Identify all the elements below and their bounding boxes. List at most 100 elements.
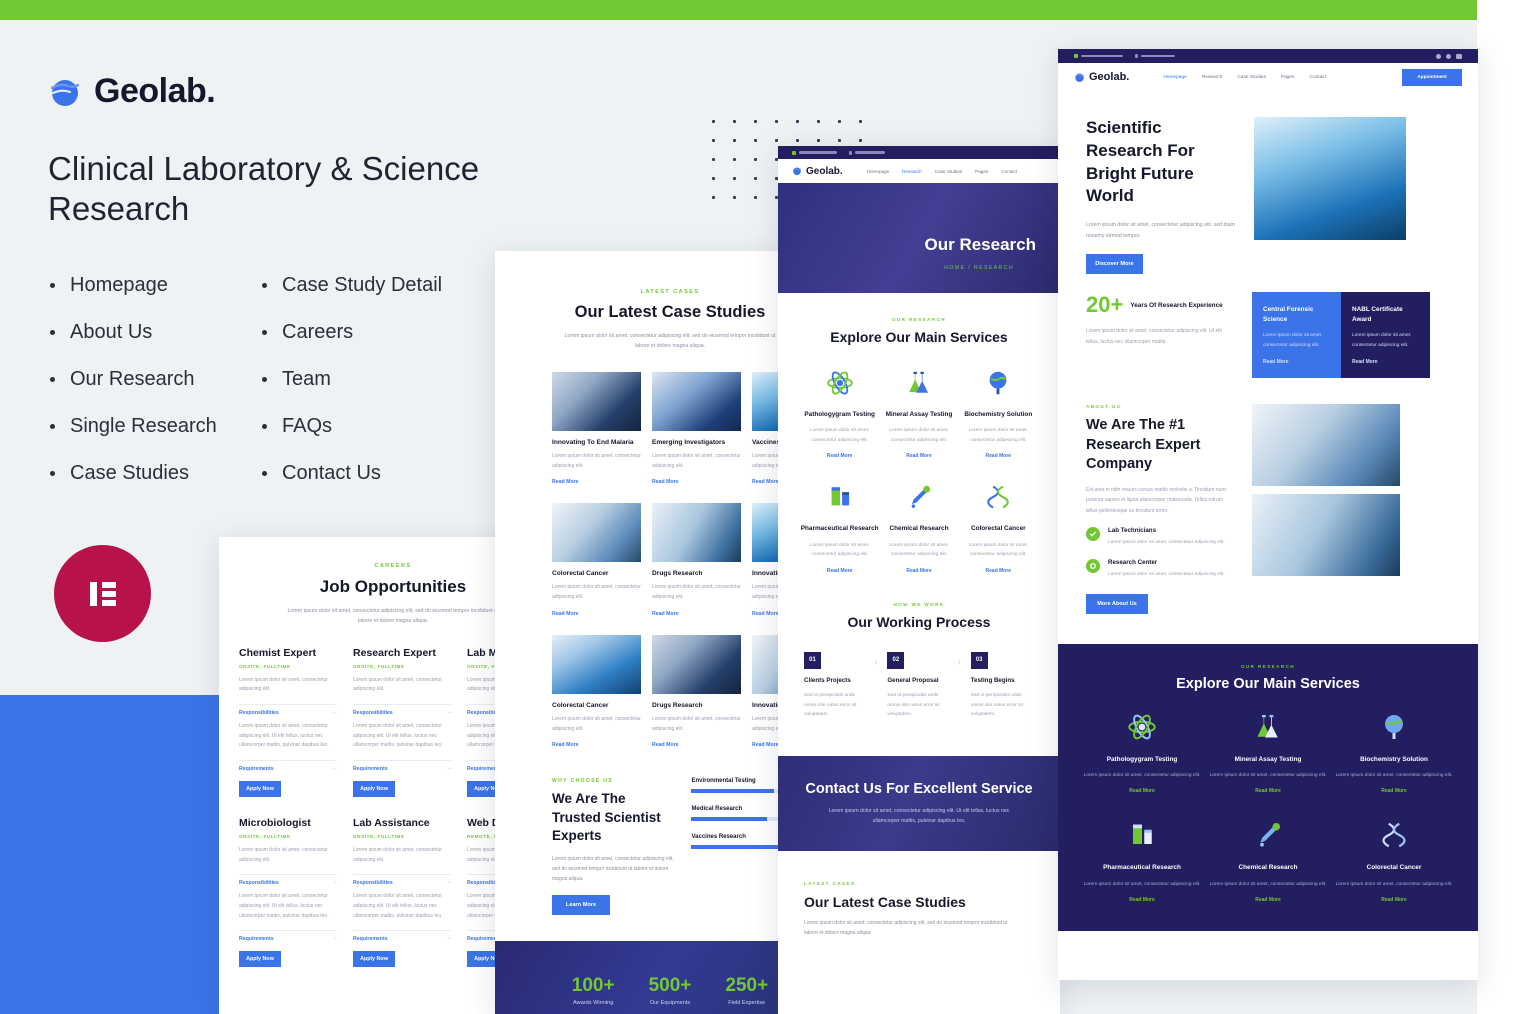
stat-item: 250+ Field Expertise [725, 975, 768, 1006]
accordion-requirements[interactable]: Requirements − [239, 760, 337, 772]
service-card[interactable]: Pathologygram Testing Lorem ipsum dolor … [1082, 712, 1202, 794]
job-desc: Lorem ipsum dolor sit amet, consectetur … [353, 676, 442, 693]
feature-title: Research Center [1108, 558, 1158, 566]
service-card[interactable]: Biochemistry Solution Lorem ipsum dolor … [1334, 712, 1454, 794]
read-more-link[interactable]: Read More [552, 479, 641, 485]
case-card[interactable]: Drugs Research Lorem ipsum dolor sit ame… [652, 503, 741, 617]
read-more-link[interactable]: Read More [1334, 897, 1454, 903]
mockup-research-page[interactable]: Geolab. Homepage Research Case Studies P… [778, 146, 1060, 1014]
read-more-link[interactable]: Read More [800, 453, 879, 459]
accordion-requirements[interactable]: Requirements − [353, 760, 451, 772]
hero-desc: Lorem ipsum dolor sit amet, consectetur … [1086, 222, 1235, 239]
navbar-brand[interactable]: Geolab. [792, 166, 843, 177]
service-card[interactable]: Pharmaceutical Research Lorem ipsum dolo… [1082, 820, 1202, 903]
feature-desc: Lorem ipsum dolor sit amet, consectetur … [1108, 571, 1225, 577]
flask-icon [879, 369, 958, 402]
read-more-link[interactable]: Read More [879, 568, 958, 574]
nav-item-pages[interactable]: Pages [975, 169, 988, 174]
award-card[interactable]: NABL Certificate Award Lorem ipsum dolor… [1341, 292, 1430, 379]
read-more-link[interactable]: Read More [652, 742, 741, 748]
more-about-us-button[interactable]: More About Us [1086, 593, 1148, 614]
apply-now-button[interactable]: Apply Now [239, 781, 281, 798]
experience-label: Years Of Research Experience [1130, 301, 1223, 309]
read-more-link[interactable]: Read More [1352, 359, 1419, 365]
nav-item-contact[interactable]: Contact [1309, 75, 1326, 80]
phone-contact[interactable] [1135, 54, 1175, 58]
read-more-link[interactable]: Read More [800, 568, 879, 574]
nav-item-homepage[interactable]: Homepage [867, 169, 889, 174]
case-card[interactable]: Innovating To End Malaria Lorem ipsum do… [552, 371, 641, 485]
nav-item-research[interactable]: Research [1202, 75, 1223, 80]
process-eyebrow: HOW WE WORK [893, 601, 945, 607]
accordion-responsibilities[interactable]: Responsibilities − [353, 703, 451, 716]
read-more-link[interactable]: Read More [1082, 788, 1202, 794]
case-card[interactable]: Drugs Research Lorem ipsum dolor sit ame… [652, 634, 741, 748]
read-more-link[interactable]: Read More [1263, 359, 1330, 365]
appointment-button[interactable]: Appointment [1402, 68, 1462, 86]
social-links[interactable] [1436, 53, 1462, 59]
process-title: Our Working Process [847, 613, 991, 630]
service-title: Mineral Assay Testing [1234, 755, 1302, 763]
service-card[interactable]: Mineral Assay Testing Lorem ipsum dolor … [1208, 712, 1328, 794]
nav-item-contact[interactable]: Contact [1001, 169, 1017, 174]
read-more-link[interactable]: Read More [652, 611, 741, 617]
job-card[interactable]: Lab Assistance ONSITE, FULLTIME Lorem ip… [353, 817, 451, 968]
read-more-link[interactable]: Read More [552, 611, 641, 617]
case-card[interactable]: Emerging Investigators Lorem ipsum dolor… [652, 371, 741, 485]
read-more-link[interactable]: Read More [1208, 788, 1328, 794]
navbar-brand[interactable]: Geolab. [1074, 71, 1129, 83]
job-card[interactable]: Research Expert ONSITE, FULLTIME Lorem i… [353, 647, 451, 798]
apply-now-button[interactable]: Apply Now [353, 781, 395, 798]
mockup-homepage[interactable]: Geolab. Homepage Research Case Studies P… [1058, 49, 1478, 980]
email-contact[interactable] [792, 150, 837, 155]
medicine-icon [800, 483, 879, 516]
service-card[interactable]: Chemical Research Lorem ipsum dolor sit … [1208, 820, 1328, 903]
case-card[interactable]: Colorectal Cancer Lorem ipsum dolor sit … [552, 634, 641, 748]
skill-track [691, 845, 788, 850]
apply-now-button[interactable]: Apply Now [239, 951, 281, 968]
award-card[interactable]: Central Forensic Science Lorem ipsum dol… [1252, 292, 1341, 379]
apply-now-button[interactable]: Apply Now [353, 951, 395, 968]
phone-contact[interactable] [849, 150, 885, 155]
read-more-link[interactable]: Read More [552, 742, 641, 748]
service-card[interactable]: Pathologygram Testing Lorem ipsum dolor … [800, 369, 879, 459]
award-title: Central Forensic Science [1263, 306, 1314, 323]
nav-item-homepage[interactable]: Homepage [1163, 75, 1186, 80]
read-more-link[interactable]: Read More [879, 453, 958, 459]
accordion-requirements[interactable]: Requirements − [353, 930, 451, 942]
read-more-link[interactable]: Read More [652, 479, 741, 485]
accordion-responsibilities[interactable]: Responsibilities − [353, 874, 451, 886]
chevron-down-icon: − [333, 709, 337, 716]
nav-item-pages[interactable]: Pages [1281, 75, 1295, 80]
nav-item-case-studies[interactable]: Case Studies [935, 169, 962, 174]
accordion-label: Requirements [353, 936, 388, 943]
read-more-link[interactable]: Read More [1334, 788, 1454, 794]
read-more-link[interactable]: Read More [1082, 897, 1202, 903]
email-contact[interactable] [1074, 54, 1123, 58]
learn-more-button[interactable]: Learn More [552, 894, 610, 915]
step-number: 03 [970, 651, 988, 669]
case-card[interactable]: Colorectal Cancer Lorem ipsum dolor sit … [552, 503, 641, 617]
discover-more-button[interactable]: Discover More [1086, 254, 1143, 275]
service-card[interactable]: Colorectal Cancer Lorem ipsum dolor sit … [959, 483, 1038, 574]
read-more-link[interactable]: Read More [959, 568, 1038, 574]
skill-track [691, 817, 788, 822]
nav-item-research[interactable]: Research [902, 169, 922, 174]
service-card[interactable]: Biochemistry Solution Lorem ipsum dolor … [959, 369, 1038, 459]
service-card[interactable]: Colorectal Cancer Lorem ipsum dolor sit … [1334, 820, 1454, 903]
service-card[interactable]: Mineral Assay Testing Lorem ipsum dolor … [879, 369, 958, 459]
accordion-requirements[interactable]: Requirements − [239, 930, 337, 942]
right-white-band [1477, 0, 1515, 1014]
youtube-icon[interactable] [1456, 53, 1462, 59]
facebook-icon[interactable] [1436, 53, 1441, 59]
job-card[interactable]: Chemist Expert ONSITE, FULLTIME Lorem ip… [239, 647, 337, 798]
read-more-link[interactable]: Read More [1208, 897, 1328, 903]
job-card[interactable]: Microbiologist ONSITE, FULLTIME Lorem ip… [239, 817, 337, 968]
read-more-link[interactable]: Read More [959, 453, 1038, 459]
service-card[interactable]: Pharmaceutical Research Lorem ipsum dolo… [800, 483, 879, 574]
nav-item-case-studies[interactable]: Case Studies [1237, 75, 1266, 80]
twitter-icon[interactable] [1446, 53, 1451, 59]
accordion-responsibilities[interactable]: Responsibilities − [239, 703, 337, 716]
service-card[interactable]: Chemical Research Lorem ipsum dolor sit … [879, 483, 958, 574]
accordion-responsibilities[interactable]: Responsibilities − [239, 874, 337, 886]
